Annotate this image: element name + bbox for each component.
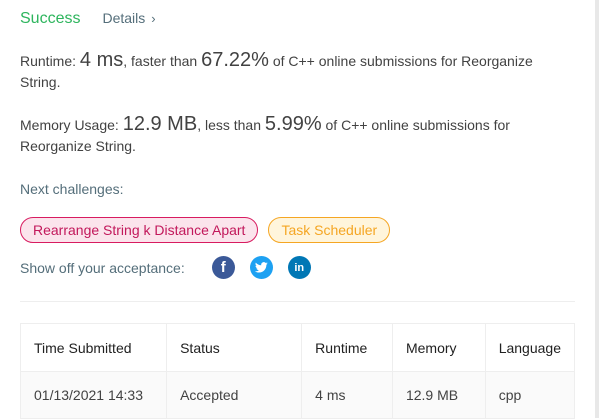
runtime-value: 4 ms: [79, 49, 124, 71]
column-header-language: Language: [484, 323, 576, 372]
memory-percentile: 5.99%: [264, 113, 322, 135]
result-header: Success Details ›: [20, 10, 156, 28]
runtime-label: Runtime:: [20, 53, 77, 69]
submission-status-title: Success: [20, 10, 81, 27]
memory-comparison: , less than: [197, 117, 262, 133]
submissions-table: Time Submitted Status Runtime Memory Lan…: [19, 323, 576, 419]
cell-memory: 12.9 MB: [391, 371, 486, 419]
cell-runtime: 4 ms: [301, 371, 393, 419]
column-header-runtime: Runtime: [301, 323, 393, 372]
cell-time-submitted: 01/13/2021 14:33: [19, 371, 168, 419]
linkedin-icon[interactable]: in: [287, 256, 311, 279]
scrollbar-track[interactable]: [595, 0, 599, 418]
memory-label: Memory Usage:: [20, 117, 119, 133]
column-header-time-submitted: Time Submitted: [19, 323, 168, 372]
cell-status[interactable]: Accepted: [166, 371, 303, 419]
cell-language: cpp: [484, 371, 576, 419]
column-header-memory: Memory: [391, 323, 486, 372]
facebook-icon[interactable]: f: [211, 256, 235, 279]
chevron-right-icon: ›: [151, 11, 156, 26]
next-challenges-label: Next challenges:: [20, 181, 124, 197]
challenge-chip-rearrange-string-k-distance-apart[interactable]: Rearrange String k Distance Apart: [20, 217, 259, 243]
runtime-percentile: 67.22%: [201, 49, 269, 71]
column-header-status: Status: [166, 323, 303, 372]
runtime-comparison: , faster than: [123, 53, 198, 69]
challenge-chip-task-scheduler[interactable]: Task Scheduler: [268, 217, 391, 243]
share-label: Show off your acceptance:: [20, 259, 185, 276]
memory-summary: Memory Usage: 12.9 MB, less than 5.99% o…: [20, 114, 565, 157]
share-row: Show off your acceptance: f in: [20, 256, 326, 279]
twitter-bird-glyph: [254, 262, 268, 273]
section-divider: [20, 301, 575, 302]
twitter-icon[interactable]: [249, 256, 273, 279]
table-header-row: Time Submitted Status Runtime Memory Lan…: [19, 323, 576, 372]
memory-value: 12.9 MB: [122, 113, 198, 135]
runtime-summary: Runtime: 4 ms, faster than 67.22% of C++…: [20, 50, 565, 93]
table-row[interactable]: 01/13/2021 14:33 Accepted 4 ms 12.9 MB c…: [19, 371, 576, 419]
details-label: Details: [102, 10, 146, 26]
next-challenges-list: Rearrange String k Distance Apart Task S…: [20, 217, 391, 243]
details-link[interactable]: Details ›: [102, 10, 155, 26]
